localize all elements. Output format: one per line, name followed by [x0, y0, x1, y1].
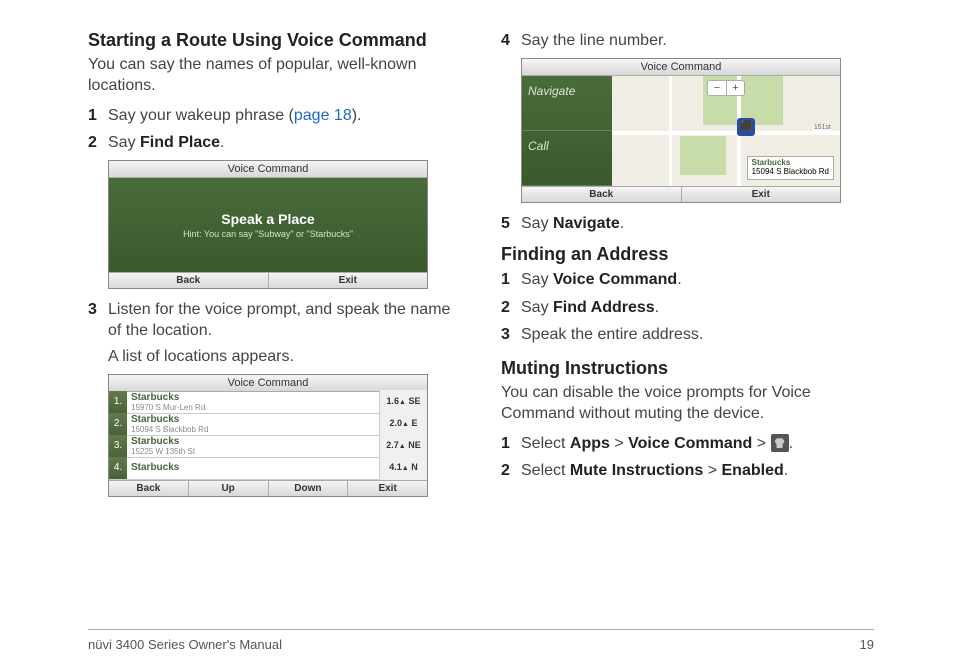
- location-distance: 4.1▲ N: [379, 456, 427, 480]
- wrench-icon: [771, 434, 789, 452]
- call-option[interactable]: Call: [522, 131, 612, 186]
- location-distance: 1.6▲ SE: [379, 390, 427, 414]
- location-name: Starbucks: [131, 415, 375, 426]
- footer-divider: [88, 629, 874, 630]
- scr-title: Voice Command: [109, 375, 427, 392]
- location-name: Starbucks: [131, 393, 375, 404]
- steps-start-route: 1 Say your wakeup phrase (page 18). 2 Sa…: [88, 105, 461, 154]
- location-distance: 2.0▲ E: [379, 412, 427, 436]
- exit-button[interactable]: Exit: [268, 273, 428, 288]
- step-number: 2: [501, 460, 521, 482]
- left-column: Starting a Route Using Voice Command You…: [88, 30, 461, 600]
- heading-finding-address: Finding an Address: [501, 244, 874, 265]
- step-text: Say the line number.: [521, 30, 874, 52]
- map-location-label: Starbucks 15094 S Blackbob Rd: [747, 156, 834, 180]
- back-button[interactable]: Back: [522, 187, 681, 202]
- speak-hint: Hint: You can say "Subway" or "Starbucks…: [183, 229, 353, 239]
- location-address: 15094 S Blackbob Rd: [131, 426, 375, 434]
- step-subtext: A list of locations appears.: [108, 348, 461, 366]
- step-number: 2: [88, 132, 108, 154]
- footer-manual-title: nüvi 3400 Series Owner's Manual: [88, 637, 282, 652]
- heading-start-route: Starting a Route Using Voice Command: [88, 30, 461, 51]
- step-text: Say Find Address.: [521, 297, 874, 319]
- screenshot-location-list: Voice Command 1.Starbucks15970 S Mur-Len…: [108, 374, 428, 497]
- location-address: 15225 W 135th St: [131, 448, 375, 456]
- location-row[interactable]: 1. Starbucks15970 S Mur-Len Rd 1.6▲ SE: [109, 392, 427, 414]
- street-label: 151st: [813, 124, 832, 131]
- location-pin-icon: ⬛: [737, 118, 755, 136]
- speak-a-place-label: Speak a Place: [221, 211, 314, 227]
- step-text: Speak the entire address.: [521, 324, 874, 346]
- step-text: Say your wakeup phrase (page 18).: [108, 105, 461, 127]
- location-row[interactable]: 4. Starbucks 4.1▲ N: [109, 458, 427, 480]
- step-text: Select Apps > Voice Command > .: [521, 433, 874, 455]
- location-address: 15970 S Mur-Len Rd: [131, 404, 375, 412]
- step-number: 1: [501, 269, 521, 291]
- scr-title: Voice Command: [522, 59, 840, 76]
- navigate-option[interactable]: Navigate: [522, 76, 612, 131]
- footer-page-number: 19: [860, 637, 874, 652]
- step-text: Say Navigate.: [521, 213, 874, 235]
- row-index: 3.: [109, 435, 127, 457]
- exit-button[interactable]: Exit: [681, 187, 841, 202]
- screenshot-speak-place: Voice Command Speak a Place Hint: You ca…: [108, 160, 428, 289]
- scr-title: Voice Command: [109, 161, 427, 178]
- step-number: 3: [88, 299, 108, 342]
- location-row[interactable]: 3. Starbucks15225 W 135th St 2.7▲ NE: [109, 436, 427, 458]
- row-index: 2.: [109, 413, 127, 435]
- screenshot-map: Voice Command Navigate Call 151st: [521, 58, 841, 203]
- row-index: 4.: [109, 457, 127, 479]
- step-number: 2: [501, 297, 521, 319]
- map-area[interactable]: 151st − + ⬛ Starbucks 15094 S Blackbob R…: [612, 76, 840, 186]
- location-name: Starbucks: [131, 437, 375, 448]
- location-distance: 2.7▲ NE: [379, 434, 427, 458]
- step-number: 5: [501, 213, 521, 235]
- location-name: Starbucks: [131, 463, 375, 474]
- row-index: 1.: [109, 391, 127, 413]
- step-number: 1: [501, 433, 521, 455]
- heading-muting: Muting Instructions: [501, 358, 874, 379]
- zoom-in-icon[interactable]: +: [726, 81, 744, 95]
- step-number: 3: [501, 324, 521, 346]
- back-button[interactable]: Back: [109, 273, 268, 288]
- step-number: 4: [501, 30, 521, 52]
- step-text: Say Find Place.: [108, 132, 461, 154]
- zoom-control[interactable]: − +: [707, 80, 745, 96]
- location-row[interactable]: 2. Starbucks15094 S Blackbob Rd 2.0▲ E: [109, 414, 427, 436]
- intro-muting: You can disable the voice prompts for Vo…: [501, 383, 874, 425]
- right-column: 4 Say the line number. Voice Command Nav…: [501, 30, 874, 600]
- up-button[interactable]: Up: [188, 481, 268, 496]
- exit-button[interactable]: Exit: [347, 481, 427, 496]
- back-button[interactable]: Back: [109, 481, 188, 496]
- down-button[interactable]: Down: [268, 481, 348, 496]
- map-side-menu: Navigate Call: [522, 76, 612, 186]
- zoom-out-icon[interactable]: −: [708, 81, 726, 95]
- step-text: Select Mute Instructions > Enabled.: [521, 460, 874, 482]
- step-number: 1: [88, 105, 108, 127]
- step-text: Listen for the voice prompt, and speak t…: [108, 299, 461, 342]
- intro-start-route: You can say the names of popular, well-k…: [88, 55, 461, 97]
- step-text: Say Voice Command.: [521, 269, 874, 291]
- page-link[interactable]: page 18: [294, 107, 352, 124]
